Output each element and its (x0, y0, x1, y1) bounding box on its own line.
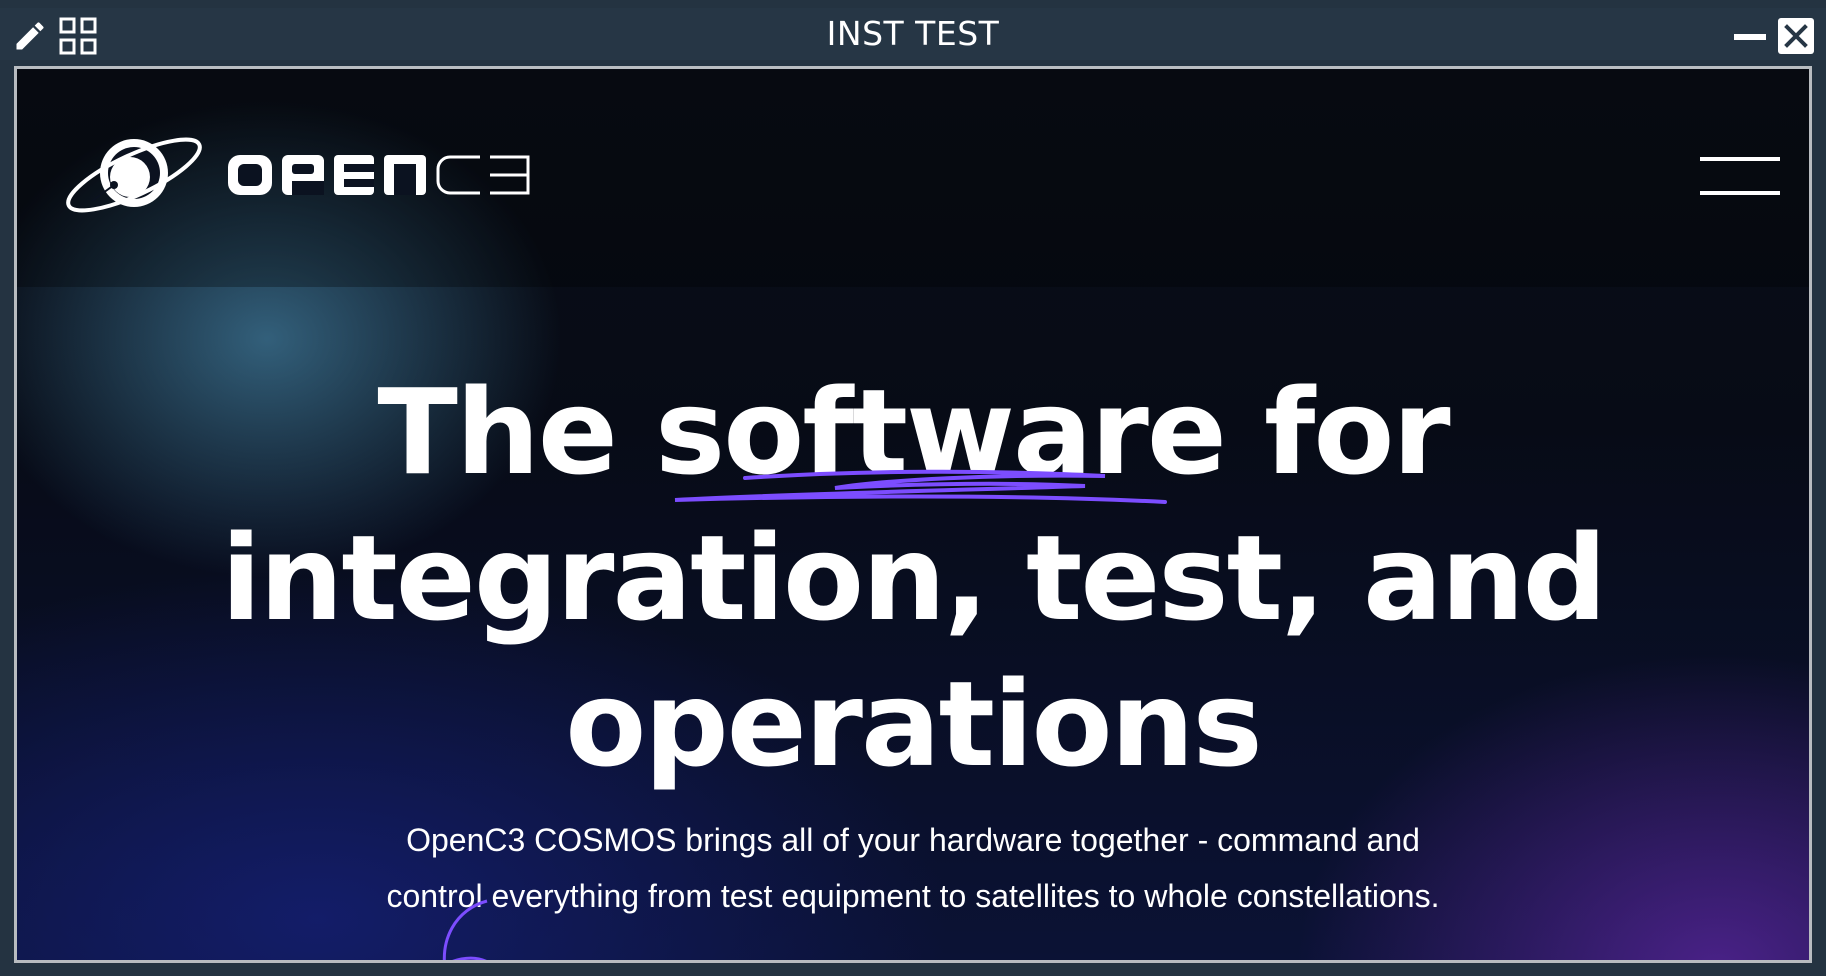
minimize-icon[interactable] (1728, 16, 1772, 56)
subtitle-line: control everything from test equipment t… (386, 878, 1440, 914)
openc3-logo[interactable] (62, 131, 542, 231)
hamburger-menu-icon[interactable] (1700, 157, 1780, 197)
site-header (17, 69, 1809, 287)
hero-section: The software for integration, test, and … (17, 359, 1809, 797)
headline-line: operations (565, 655, 1263, 793)
inst-test-window: INST TEST The software for integration, … (0, 0, 1826, 976)
hero-headline: The software for integration, test, and … (213, 359, 1613, 797)
subtitle-line: OpenC3 COSMOS brings all of your hardwar… (406, 822, 1420, 858)
underline-scribble (674, 469, 1167, 504)
decorative-swirl (442, 899, 488, 960)
embedded-webpage: The software for integration, test, and … (14, 66, 1812, 963)
close-icon[interactable] (1778, 18, 1814, 54)
hero-subtitle: OpenC3 COSMOS brings all of your hardwar… (17, 812, 1809, 924)
window-title: INST TEST (826, 14, 1000, 53)
window-titlebar: INST TEST (0, 8, 1826, 60)
headline-line: integration, test, and (220, 509, 1607, 647)
